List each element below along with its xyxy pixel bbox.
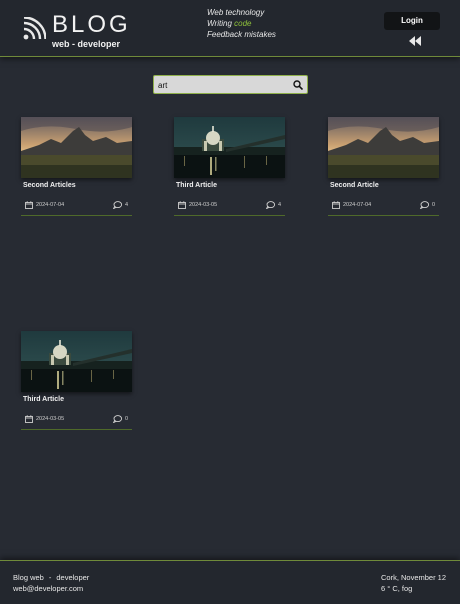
comment-icon (266, 201, 275, 209)
site-footer: Blog web - developer web@developer.com Cor… (0, 560, 460, 604)
mountain-sunset-image (328, 117, 439, 178)
tagline-line-3: Feedback mistakes (207, 30, 276, 39)
calendar-icon (178, 201, 186, 209)
article-thumbnail[interactable] (21, 117, 132, 178)
comment-count: 4 (125, 202, 129, 208)
login-button[interactable]: Login (384, 12, 440, 30)
article-thumbnail[interactable] (328, 117, 439, 178)
article-title[interactable]: Third Article (23, 396, 64, 403)
article-thumbnail[interactable] (21, 331, 132, 392)
article-card[interactable]: Third Article 2024-03-05 4 (174, 117, 285, 217)
calendar-icon (25, 201, 33, 209)
footer-brand-b: developer (56, 573, 90, 582)
footer-brand-a: Blog web (13, 573, 44, 582)
article-card[interactable]: Third Article 2024-03-05 0 (21, 331, 132, 431)
tagline-line-2: Writing code (207, 18, 276, 29)
article-card[interactable]: Second Articles 2024-07-04 4 (21, 117, 132, 217)
logo-subtitle: web - developer (52, 39, 121, 49)
article-card[interactable]: Second Article 2024-07-04 0 (328, 117, 439, 217)
card-divider (21, 429, 132, 430)
tagline-line-2-prefix: Writing (207, 19, 235, 28)
article-date: 2024-03-05 (189, 202, 218, 208)
city-night-image (21, 331, 132, 392)
footer-brand-sep: - (48, 573, 52, 582)
logo-title[interactable]: BLOG (52, 12, 131, 38)
card-divider (21, 215, 132, 216)
calendar-icon (332, 201, 340, 209)
tagline-accent: code (234, 19, 252, 28)
footer-temperature: 6 ° C, fog (381, 584, 413, 593)
card-divider (328, 215, 439, 216)
footer-email[interactable]: web@developer.com (13, 583, 89, 594)
comment-count: 0 (125, 416, 129, 422)
comment-count: 4 (278, 202, 282, 208)
comment-icon (420, 201, 429, 209)
comment-icon (113, 415, 122, 423)
rewind-icon[interactable] (409, 36, 421, 46)
article-title[interactable]: Second Articles (23, 182, 76, 189)
search-box[interactable] (153, 75, 308, 94)
footer-brand: Blog web - developer (13, 572, 89, 583)
mountain-sunset-image (21, 117, 132, 178)
article-title[interactable]: Second Article (330, 182, 379, 189)
comment-count: 0 (432, 202, 436, 208)
article-date: 2024-03-05 (36, 416, 65, 422)
footer-weather: Cork, November 12 6 ° C, fog (381, 572, 446, 594)
tagline: Web technology Writing code Feedback mis… (207, 7, 276, 40)
card-divider (174, 215, 285, 216)
footer-location-date: Cork, November 12 (381, 573, 447, 582)
tagline-line-1: Web technology (207, 8, 265, 17)
article-title[interactable]: Third Article (176, 182, 217, 189)
article-thumbnail[interactable] (174, 117, 285, 178)
article-date: 2024-07-04 (36, 202, 65, 208)
article-date: 2024-07-04 (343, 202, 372, 208)
calendar-icon (25, 415, 33, 423)
logo-icon[interactable] (22, 17, 46, 41)
site-header: BLOG web - developer Web technology Writ… (0, 0, 460, 57)
footer-contact: Blog web - developer web@developer.com (13, 572, 89, 594)
search-input[interactable] (158, 78, 288, 92)
search-icon[interactable] (293, 80, 303, 90)
comment-icon (113, 201, 122, 209)
city-night-image (174, 117, 285, 178)
